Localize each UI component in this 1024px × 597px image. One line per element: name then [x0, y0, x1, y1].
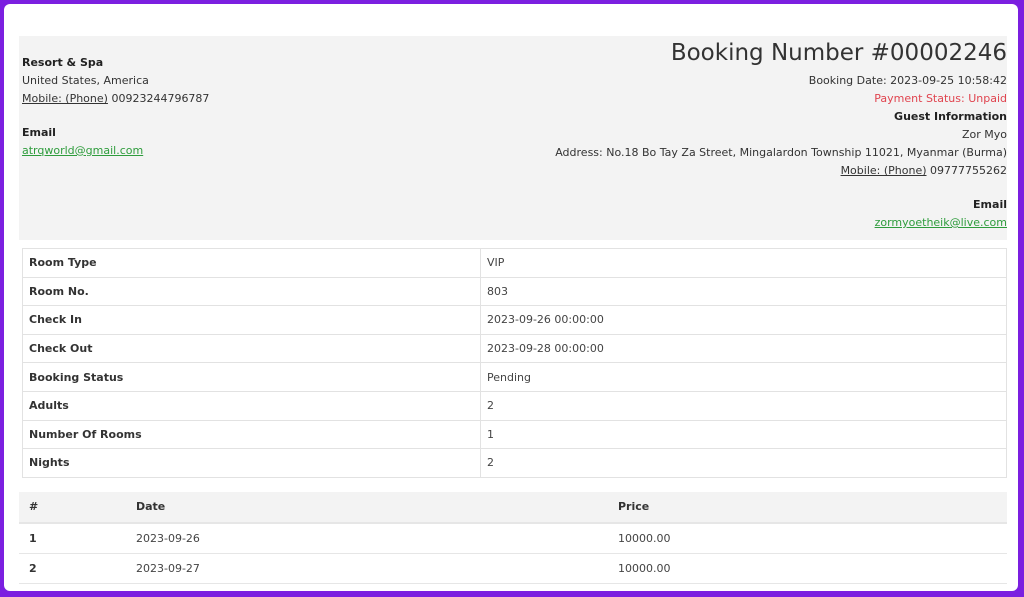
detail-value: 2 [480, 448, 1007, 478]
table-row: Nights 2 [22, 448, 1007, 478]
detail-label: Number Of Rooms [22, 419, 481, 450]
detail-value: 803 [480, 276, 1007, 307]
hotel-name: Resort & Spa [22, 56, 104, 69]
table-row: Number Of Rooms 1 [22, 419, 1007, 450]
row-number: 2 [19, 553, 126, 584]
detail-value: 1 [480, 419, 1007, 450]
table-row: Adults 2 [22, 390, 1007, 421]
nightly-price-table: # Date Price 1 2023-09-26 10000.00 2 202… [19, 491, 1007, 584]
row-date: 2023-09-26 [126, 522, 608, 554]
detail-label: Booking Status [22, 362, 481, 392]
guest-mobile: Mobile: (Phone) 09777755262 [555, 162, 1007, 180]
table-row: Booking Status Pending [22, 362, 1007, 392]
detail-label: Nights [22, 448, 481, 478]
detail-value: Pending [480, 362, 1007, 392]
booking-details-table: Room Type VIP Room No. 803 Check In 2023-09… [22, 248, 1007, 478]
hotel-location: United States, America [22, 74, 149, 87]
table-row: Check Out 2023-09-28 00:00:00 [22, 333, 1007, 364]
guest-name: Zor Myo [961, 128, 1007, 141]
hotel-mobile: Mobile: (Phone) 00923244796787 [22, 90, 209, 108]
column-header-price: Price [608, 491, 1007, 524]
booking-number-title: Booking Number #00002246 [670, 40, 1007, 66]
detail-label: Room No. [22, 276, 481, 307]
document-frame: Resort & Spa United States, America Mobi… [4, 4, 1018, 591]
detail-label: Check Out [22, 333, 481, 364]
payment-status: Payment Status: Unpaid [874, 92, 1007, 105]
hotel-email-link[interactable]: atrqworld@gmail.com [22, 144, 143, 157]
detail-value: 2023-09-28 00:00:00 [480, 333, 1007, 364]
booking-info: Booking Number #00002246 Booking Date: 2… [555, 38, 1007, 232]
booking-date: Booking Date: 2023-09-25 10:58:42 [808, 74, 1007, 87]
table-row: Room Type VIP [22, 248, 1007, 278]
table-row: 1 2023-09-26 10000.00 [19, 522, 1007, 554]
price-table-header: # Date Price [19, 491, 1007, 524]
hotel-mobile-label: Mobile: (Phone) [22, 92, 108, 105]
detail-value: 2 [480, 390, 1007, 421]
table-row: Check In 2023-09-26 00:00:00 [22, 305, 1007, 335]
table-row: 2 2023-09-27 10000.00 [19, 553, 1007, 584]
detail-value: 2023-09-26 00:00:00 [480, 305, 1007, 335]
row-price: 10000.00 [608, 553, 1007, 584]
column-header-date: Date [126, 491, 608, 524]
column-header-number: # [19, 491, 126, 524]
table-row: Room No. 803 [22, 276, 1007, 307]
guest-email-link[interactable]: zormyoetheik@live.com [875, 216, 1007, 229]
row-number: 1 [19, 522, 126, 554]
row-price: 10000.00 [608, 522, 1007, 554]
guest-mobile-label: Mobile: (Phone) [840, 164, 927, 177]
guest-info-heading: Guest Information [894, 110, 1007, 123]
detail-label: Check In [22, 305, 481, 335]
hotel-email-label: Email [22, 126, 56, 139]
detail-label: Room Type [22, 248, 481, 278]
booking-document: Resort & Spa United States, America Mobi… [19, 36, 1007, 584]
hotel-info: Resort & Spa United States, America Mobi… [22, 54, 209, 160]
booking-header: Resort & Spa United States, America Mobi… [19, 36, 1007, 240]
detail-value: VIP [480, 248, 1007, 278]
guest-mobile-value: 09777755262 [930, 164, 1007, 177]
hotel-mobile-value: 00923244796787 [111, 92, 210, 105]
guest-address: Address: No.18 Bo Tay Za Street, Mingala… [555, 146, 1007, 159]
guest-email-label: Email [973, 198, 1007, 211]
detail-label: Adults [22, 390, 481, 421]
row-date: 2023-09-27 [126, 553, 608, 584]
